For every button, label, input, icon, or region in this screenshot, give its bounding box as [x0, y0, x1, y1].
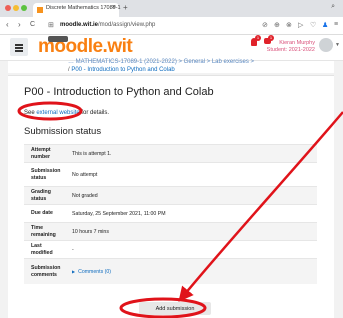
chevron-down-icon[interactable]: ▼	[335, 42, 340, 48]
caret-right-icon: ▶	[72, 268, 76, 274]
extension-icon[interactable]: ⊘	[262, 21, 268, 29]
add-submission-button[interactable]: Add submission	[139, 302, 211, 315]
table-row: Due date Saturday, 25 September 2021, 11…	[24, 204, 317, 222]
submission-status-table: Attempt number This is attempt 1. Submis…	[24, 144, 317, 284]
tab-title: Discrete Mathematics 17089-1	[46, 5, 121, 11]
browser-toolbar: ‹ › C ⊞ moodle.wit.ie/mod/assign/view.ph…	[0, 17, 343, 35]
row-label: Submission status	[31, 167, 61, 181]
play-icon[interactable]: ▷	[298, 21, 303, 29]
window-minimize-control[interactable]	[13, 5, 19, 11]
site-header: moodle.wit 1 1 Kieran Murphy Student: 20…	[0, 35, 343, 61]
user-name: Kieran Murphy	[279, 40, 315, 46]
extension-icon[interactable]: ⊗	[286, 21, 292, 29]
user-role: Student: 2021-2022	[266, 47, 315, 53]
row-value: -	[72, 246, 74, 253]
row-value: Saturday, 25 September 2021, 11:00 PM	[72, 210, 166, 217]
site-settings-icon[interactable]: ⊞	[48, 21, 54, 29]
table-row: Submission comments ▶ Comments (0)	[24, 258, 317, 284]
row-label: Time remaining	[31, 224, 56, 238]
address-bar[interactable]: moodle.wit.ie/mod/assign/view.php	[60, 22, 155, 28]
window-maximize-control[interactable]	[21, 5, 27, 11]
page-body: … MATHEMATICS-17089-1 (2021-2022) > Gene…	[0, 59, 343, 318]
table-row: Submission status No attempt	[24, 162, 317, 186]
breadcrumb-current[interactable]: / P00 - Introduction to Python and Colab	[68, 67, 175, 73]
shield-icon[interactable]: ♡	[310, 21, 316, 29]
profile-icon[interactable]: ♟	[322, 21, 328, 29]
submission-status-heading: Submission status	[24, 126, 102, 137]
row-label: Attempt number	[31, 146, 51, 160]
table-row: Last modified -	[24, 240, 317, 258]
table-row: Attempt number This is attempt 1.	[24, 144, 317, 162]
nav-drawer-toggle[interactable]	[10, 38, 28, 56]
tab-search-icon[interactable]: ⌕	[331, 3, 335, 11]
assignment-description: See external website for details.	[24, 110, 110, 116]
page-title: P00 - Introduction to Python and Colab	[24, 86, 214, 98]
window-close-control[interactable]	[5, 5, 11, 11]
url-path: /mod/assign/view.php	[98, 22, 156, 28]
row-label: Due date	[31, 210, 53, 216]
row-value: This is attempt 1.	[72, 150, 112, 157]
moodle-logo[interactable]: moodle.wit	[38, 36, 133, 58]
row-label: Last modified	[31, 242, 53, 256]
row-value: No attempt	[72, 171, 98, 178]
breadcrumb-path[interactable]: … MATHEMATICS-17089-1 (2021-2022) > Gene…	[68, 59, 254, 65]
row-label: Submission comments	[31, 264, 61, 278]
table-row: Grading status Not graded	[24, 186, 317, 204]
row-value: Not graded	[72, 192, 98, 199]
notification-count: 1	[255, 35, 261, 41]
menu-icon[interactable]: ≡	[334, 21, 338, 28]
comments-toggle[interactable]: ▶ Comments (0)	[66, 269, 317, 275]
tab-close-icon[interactable]: ×	[112, 4, 116, 11]
external-website-link[interactable]: external website	[36, 110, 79, 116]
forward-icon[interactable]: ›	[18, 20, 21, 29]
avatar[interactable]	[319, 38, 333, 52]
row-value: 10 hours 7 mins	[72, 228, 109, 235]
new-tab-icon[interactable]: +	[123, 3, 128, 12]
moodle-favicon-icon	[37, 7, 43, 13]
table-row: Time remaining 10 hours 7 mins	[24, 222, 317, 240]
url-host: moodle.wit.ie	[60, 22, 99, 28]
browser-tab[interactable]: Discrete Mathematics 17089-1 ×	[33, 3, 121, 17]
grad-cap-icon	[48, 36, 68, 42]
assignment-card: P00 - Introduction to Python and Colab S…	[8, 75, 334, 318]
reload-icon[interactable]: C	[30, 21, 35, 28]
back-icon[interactable]: ‹	[6, 20, 9, 29]
breadcrumb: … MATHEMATICS-17089-1 (2021-2022) > Gene…	[8, 59, 334, 73]
user-menu-label[interactable]: Kieran Murphy Student: 2021-2022	[267, 40, 315, 54]
extension-icon[interactable]: ⊕	[274, 21, 280, 29]
browser-tab-bar: Discrete Mathematics 17089-1 × + ⌕	[0, 0, 343, 17]
row-label: Grading status	[31, 188, 51, 202]
